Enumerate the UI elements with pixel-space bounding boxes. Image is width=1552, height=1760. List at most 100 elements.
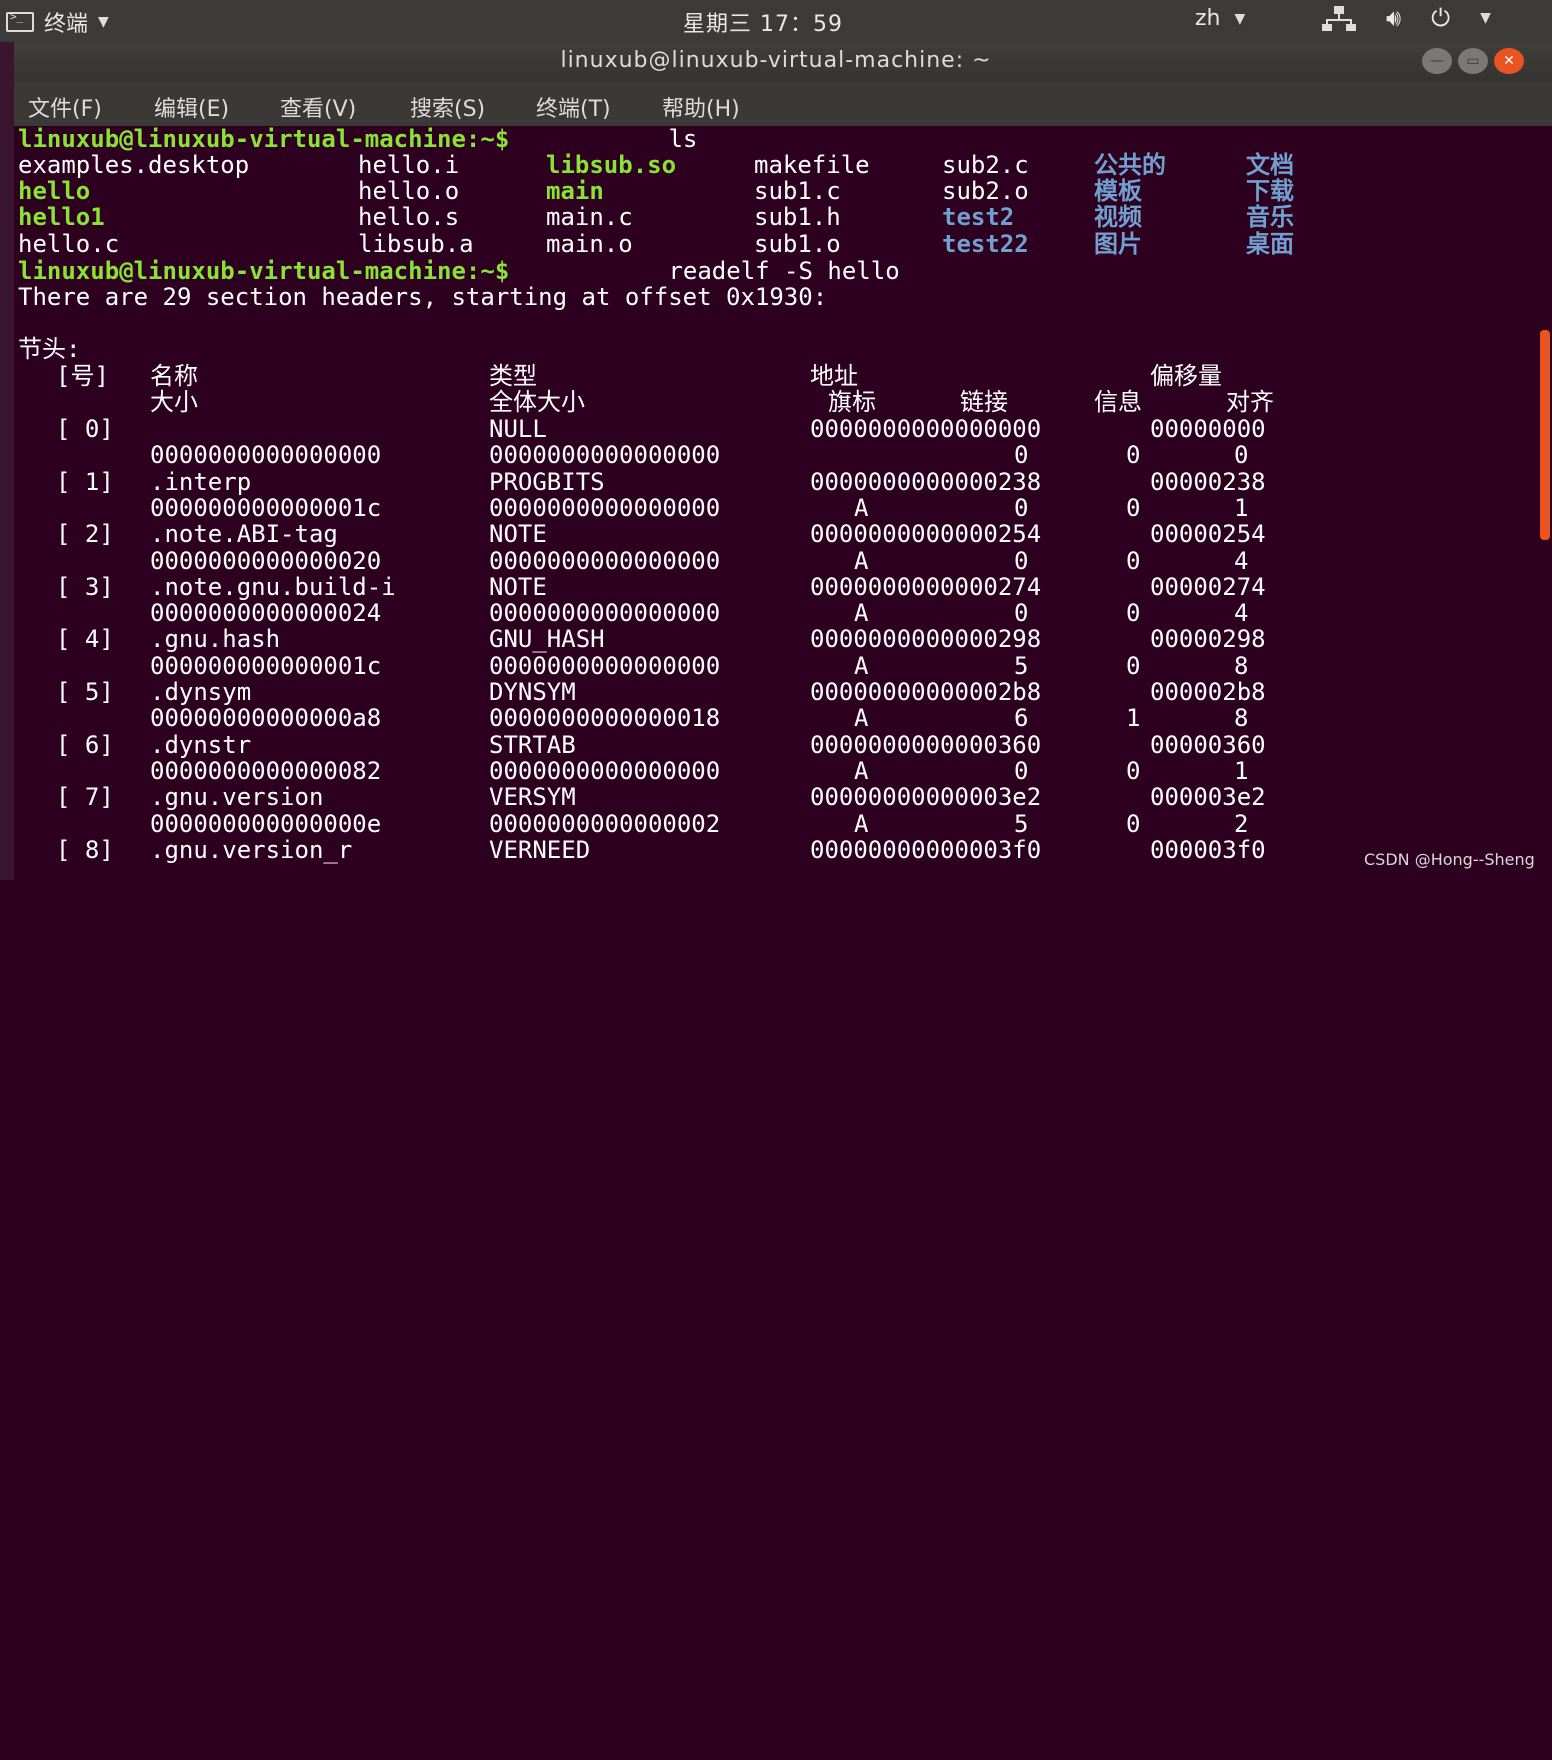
col-header-nr: [号] (56, 362, 109, 390)
section-link: 0 (1014, 493, 1029, 522)
terminal-scrollbar[interactable] (1540, 330, 1550, 540)
section-link: 0 (1014, 441, 1029, 470)
section-size: 0000000000000020 (150, 546, 382, 575)
maximize-button[interactable]: ▭ (1458, 48, 1488, 74)
network-icon[interactable] (1322, 4, 1356, 32)
menu-file[interactable]: 文件(F) (28, 91, 102, 123)
prompt: linuxub@linuxub-virtual-machine:~$ (18, 257, 510, 285)
section-type: PROGBITS (489, 467, 605, 496)
chevron-down-icon[interactable]: ▼ (1480, 10, 1491, 26)
section-entsize: 0000000000000000 (489, 546, 721, 575)
section-entsize: 0000000000000002 (489, 809, 721, 838)
ls-entry: hello.c (18, 230, 120, 258)
window-titlebar[interactable]: linuxub@linuxub-virtual-machine: ~ — ▭ ✕ (0, 42, 1552, 82)
section-name: .interp (150, 467, 252, 496)
section-align: 8 (1234, 704, 1249, 733)
menu-edit[interactable]: 编辑(E) (154, 91, 229, 123)
section-link: 0 (1014, 599, 1029, 628)
ls-entry: main.c (546, 203, 633, 231)
minimize-button[interactable]: — (1422, 48, 1452, 74)
power-icon[interactable]: ⏻ (1431, 4, 1450, 32)
window-title: linuxub@linuxub-virtual-machine: ~ (560, 48, 992, 73)
section-type: VERNEED (489, 835, 591, 864)
section-offset: 000003f0 (1150, 835, 1266, 864)
close-button[interactable]: ✕ (1494, 48, 1524, 74)
section-info: 0 (1126, 441, 1141, 470)
ls-entry: sub1.h (754, 203, 841, 231)
section-align: 1 (1234, 493, 1249, 522)
section-entsize: 0000000000000000 (489, 651, 721, 680)
app-menu[interactable]: 终端 ▼ (6, 6, 109, 38)
section-offset: 00000274 (1150, 572, 1266, 601)
ls-entry: hello.i (358, 151, 460, 179)
col-header-align: 对齐 (1226, 388, 1274, 416)
ls-entry: sub1.c (754, 177, 841, 205)
col-header-offset: 偏移量 (1150, 362, 1222, 390)
ls-entry: makefile (754, 151, 870, 179)
ls-entry: hello.o (358, 177, 460, 205)
section-flags: A (854, 756, 869, 785)
section-nr: [ 5] (56, 678, 114, 706)
ls-entry: 文档 (1246, 151, 1294, 179)
ls-entry: main.o (546, 230, 633, 258)
terminal-output[interactable]: linuxub@linuxub-virtual-machine:~$ ls ex… (14, 126, 1540, 880)
ls-entry: main (546, 177, 604, 205)
section-type: DYNSYM (489, 678, 576, 706)
section-offset: 00000238 (1150, 467, 1266, 496)
menu-terminal[interactable]: 终端(T) (536, 91, 611, 123)
command: readelf -S hello (654, 257, 900, 285)
ls-entry: hello (18, 177, 91, 205)
section-nr: [ 6] (56, 730, 114, 759)
ls-entry: test22 (942, 230, 1029, 258)
section-align: 8 (1234, 651, 1249, 680)
section-align: 4 (1234, 599, 1249, 628)
section-offset: 000003e2 (1150, 783, 1266, 812)
ls-entry: 公共的 (1094, 151, 1166, 179)
readelf-summary: There are 29 section headers, starting a… (18, 283, 828, 311)
section-type: NOTE (489, 572, 547, 601)
ls-entry: libsub.a (358, 230, 474, 258)
clock[interactable]: 星期三 17：59 (683, 6, 843, 38)
col-header-type: 类型 (489, 362, 537, 390)
chevron-down-icon: ▼ (98, 14, 109, 30)
input-method-label: zh (1195, 6, 1221, 31)
section-name: .dynstr (150, 730, 252, 759)
section-addr: 0000000000000360 (810, 730, 1042, 759)
section-link: 6 (1014, 704, 1029, 733)
col-header-name: 名称 (150, 362, 198, 390)
section-align: 1 (1234, 756, 1249, 785)
ls-entry: test2 (942, 203, 1015, 231)
section-name: .note.ABI-tag (150, 520, 338, 549)
terminal-icon (6, 10, 34, 32)
section-offset: 00000254 (1150, 520, 1266, 549)
section-size: 0000000000000024 (150, 599, 382, 628)
volume-icon[interactable]: 🔊︎ (1386, 4, 1401, 32)
app-name: 终端 (44, 12, 89, 37)
section-nr: [ 7] (56, 783, 114, 812)
section-type: VERSYM (489, 783, 576, 812)
section-type: NOTE (489, 520, 547, 549)
section-name: .dynsym (150, 678, 252, 706)
section-info: 0 (1126, 809, 1141, 838)
ls-entry: sub2.c (942, 151, 1029, 179)
ls-entry: 模板 (1094, 177, 1142, 205)
section-headers-title: 节头: (18, 335, 81, 363)
ls-entry: 桌面 (1246, 230, 1294, 258)
input-method-menu[interactable]: zh ▼ (1195, 6, 1245, 31)
section-offset: 000002b8 (1150, 678, 1266, 706)
section-name: .gnu.version (150, 783, 324, 812)
section-addr: 00000000000003f0 (810, 835, 1042, 864)
section-offset: 00000360 (1150, 730, 1266, 759)
col-header-flags: 旗标 (828, 388, 876, 416)
menu-help[interactable]: 帮助(H) (662, 91, 740, 123)
menu-search[interactable]: 搜索(S) (410, 91, 485, 123)
section-size: 000000000000001c (150, 651, 382, 680)
section-link: 5 (1014, 809, 1029, 838)
section-info: 0 (1126, 493, 1141, 522)
menu-view[interactable]: 查看(V) (280, 91, 356, 123)
col-header-addr: 地址 (810, 362, 858, 390)
ls-entry: hello.s (358, 203, 460, 231)
col-header-entsize: 全体大小 (489, 388, 585, 416)
section-nr: [ 1] (56, 467, 114, 496)
col-header-link: 链接 (960, 388, 1008, 416)
